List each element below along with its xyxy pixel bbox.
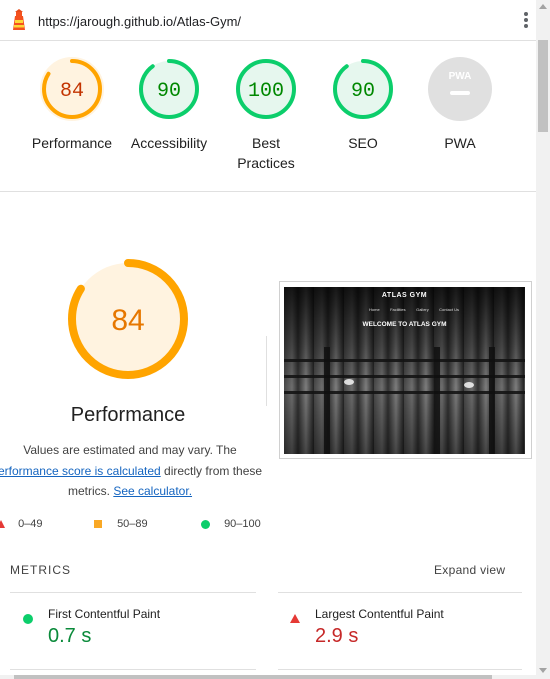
see-calculator-link[interactable]: See calculator. (113, 484, 192, 498)
section-divider (0, 191, 536, 192)
gauge-accessibility-score: 90 (157, 80, 181, 103)
pwa-badge-text: PWA (449, 71, 472, 82)
final-screenshot[interactable]: ATLAS GYM Home Facilities Gallery Contac… (279, 281, 532, 459)
scroll-thumb[interactable] (538, 40, 548, 132)
gauge-pwa-label: PWA (444, 135, 476, 151)
metrics-heading: METRICS (10, 563, 71, 577)
performance-title: Performance (70, 404, 186, 426)
pass-circle-icon (23, 610, 33, 628)
gauge-seo-label: SEO (348, 135, 378, 151)
performance-desc-line2-rest: directly from these (160, 463, 263, 478)
gauge-performance-score: 84 (60, 80, 84, 103)
screenshot-nav: Home Facilities Gallery Contact Us (369, 307, 459, 312)
legend-fail: 0–49 (0, 518, 43, 530)
gauge-accessibility[interactable]: 90 Accessibility (131, 57, 207, 153)
screenshot-pillar (324, 347, 330, 454)
legend-pass-range: 90–100 (224, 518, 261, 530)
performance-score-large: 84 (111, 304, 144, 337)
screenshot-nav-item: Home (369, 307, 380, 312)
gauge-best-practices-ring: 100 (236, 59, 296, 119)
metric-divider (10, 592, 256, 593)
performance-description: Values are estimated and may vary. The e… (0, 440, 266, 502)
gauge-best-practices[interactable]: 100 Best Practices (231, 57, 301, 173)
gauge-best-practices-label: Best Practices (216, 133, 316, 173)
scroll-up-arrow[interactable] (539, 4, 547, 9)
gauge-accessibility-ring: 90 (139, 59, 199, 119)
screenshot-nav-item: Facilities (390, 307, 406, 312)
metric-value: 2.9 s (315, 625, 359, 647)
scroll-down-arrow[interactable] (539, 668, 547, 673)
gauge-best-practices-label-line2: Practices (237, 155, 295, 171)
screenshot-light (344, 379, 354, 385)
horizontal-scrollbar[interactable] (0, 675, 536, 679)
performance-desc-line3: metrics. See calculator. (0, 481, 266, 502)
horizontal-scroll-thumb[interactable] (14, 675, 492, 679)
metric-value: 0.7 s (48, 625, 92, 647)
gauge-performance-label: Performance (31, 135, 113, 151)
metric-divider (278, 592, 522, 593)
gauge-best-practices-score: 100 (248, 80, 284, 103)
screenshot-welcome-heading: WELCOME TO ATLAS GYM (362, 321, 447, 328)
lighthouse-icon (10, 9, 28, 36)
gauge-pwa[interactable]: PWA PWA (425, 57, 495, 153)
report-url[interactable]: https://jarough.github.io/Atlas-Gym/ (38, 14, 241, 29)
screenshot-pillar (489, 347, 495, 454)
screenshot-nav-item: Gallery (416, 307, 429, 312)
fail-triangle-icon (290, 610, 300, 628)
legend-fail-range: 0–49 (18, 518, 43, 530)
metric-divider (278, 669, 522, 670)
metric-divider (10, 669, 256, 670)
screenshot-image: ATLAS GYM Home Facilities Gallery Contac… (284, 287, 525, 454)
gauge-seo-score: 90 (351, 80, 375, 103)
vertical-scrollbar[interactable] (536, 0, 550, 679)
screenshot-pillar (434, 347, 440, 454)
vertical-divider (266, 336, 267, 406)
performance-desc-line1: Values are estimated and may vary. The (23, 443, 237, 457)
gauge-seo-ring: 90 (333, 59, 393, 119)
pwa-badge-icon: PWA (428, 57, 492, 121)
gauge-seo[interactable]: 90 SEO (328, 57, 398, 153)
gauge-performance-ring: 84 (40, 57, 104, 121)
average-square-icon (94, 520, 102, 529)
screenshot-site-title: ATLAS GYM (381, 292, 428, 299)
performance-gauge-ring: 84 (68, 259, 188, 379)
fail-triangle-icon (0, 520, 5, 529)
legend-average: 50–89 (94, 518, 148, 530)
performance-desc-line2: erformance score is calculated directly … (0, 461, 266, 482)
legend-pass: 90–100 (201, 518, 261, 530)
screenshot-nav-item: Contact Us (439, 307, 459, 312)
pass-circle-icon (201, 519, 210, 529)
legend-average-range: 50–89 (117, 518, 148, 530)
metric-name: First Contentful Paint (48, 607, 161, 621)
performance-gauge-large: 84 (66, 257, 190, 386)
more-options-icon[interactable] (519, 12, 533, 30)
expand-view-toggle[interactable]: Expand view (434, 563, 505, 577)
gauge-performance[interactable]: 84 Performance (32, 57, 112, 153)
gauge-accessibility-label: Accessibility (130, 135, 208, 151)
performance-score-link[interactable]: erformance score is calculated (0, 464, 161, 478)
performance-desc-line3-pre: metrics. (67, 484, 114, 498)
gauge-best-practices-label-line1: Best (251, 135, 280, 151)
url-bar: https://jarough.github.io/Atlas-Gym/ (0, 0, 536, 41)
metric-name: Largest Contentful Paint (315, 607, 444, 621)
screenshot-light (464, 382, 474, 388)
